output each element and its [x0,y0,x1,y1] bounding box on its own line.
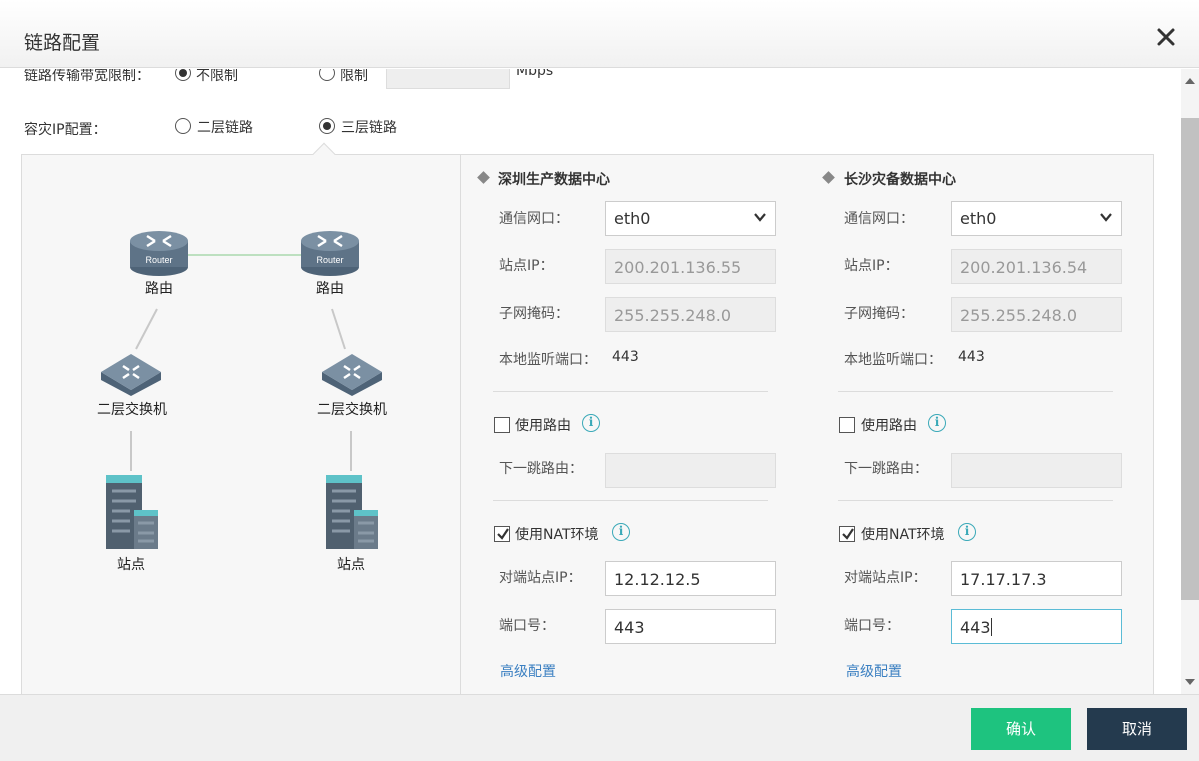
scroll-down-arrow-icon[interactable] [1185,679,1195,685]
site-ip-field[interactable]: 200.201.136.55 [605,249,776,284]
link-config-dialog: 链路配置 链路传输带宽限制： 不限制 限制 Mbps 容灾IP配置： 二层链路 … [0,0,1199,761]
iface-label: 通信网口： [844,211,914,227]
iface-select[interactable]: eth0 [951,201,1122,236]
use-route-checkbox[interactable] [839,417,855,433]
divider [493,391,768,392]
router-icon: Router [301,231,359,276]
chevron-down-icon [1100,213,1112,222]
use-route-label: 使用路由 [515,418,571,434]
use-nat-checkbox[interactable] [494,526,510,542]
peer-ip-input[interactable]: 12.12.12.5 [605,561,776,596]
switch-icon [322,354,382,396]
dialog-header: 链路配置 [0,0,1199,68]
diamond-icon [477,171,490,184]
radio-unlimited[interactable] [175,69,191,81]
info-icon[interactable]: i [958,523,976,541]
next-hop-field[interactable] [951,453,1122,488]
subnet-mask-field[interactable]: 255.255.248.0 [605,297,776,332]
topology-links [130,254,352,471]
left-router-label: 路由 [145,281,173,297]
radio-limit[interactable] [319,69,335,81]
dr-ip-label: 容灾IP配置： [24,122,107,138]
right-switch-label: 二层交换机 [317,402,387,418]
next-hop-field[interactable] [605,453,776,488]
use-nat-label: 使用NAT环境 [515,527,599,543]
checkmark-icon [497,528,509,540]
subnet-mask-label: 子网掩码： [499,306,569,322]
checkmark-icon [842,528,854,540]
use-route-label: 使用路由 [861,418,917,434]
iface-select-value: eth0 [960,209,997,228]
router-badge: Router [316,255,343,265]
use-nat-label: 使用NAT环境 [861,527,945,543]
peer-ip-label: 对端站点IP： [844,570,927,586]
site-title: 长沙灾备数据中心 [844,172,956,188]
bandwidth-input[interactable] [386,69,510,89]
radio-unlimited-label: 不限制 [196,69,238,84]
right-site-label: 站点 [337,557,365,573]
server-building-icon [326,475,378,549]
radio-layer2[interactable] [175,118,191,134]
subnet-mask-field[interactable]: 255.255.248.0 [951,297,1122,332]
listen-port-label: 本地监听端口： [844,352,942,368]
router-badge: Router [145,255,172,265]
peer-ip-label: 对端站点IP： [499,570,582,586]
site-ip-label: 站点IP： [499,258,554,274]
use-nat-checkbox[interactable] [839,526,855,542]
info-icon[interactable]: i [612,523,630,541]
scrollbar-thumb[interactable] [1181,118,1199,600]
radio-layer2-label: 二层链路 [197,120,253,136]
site-ip-field[interactable]: 200.201.136.54 [951,249,1122,284]
peer-port-input[interactable]: 443 [951,609,1122,644]
listen-port-value: 443 [958,349,985,365]
server-building-icon [106,475,158,549]
topology-diagram: Router 路由 Router 路由 二层交换机 二层交换机 站点 站点 [22,155,461,694]
radio-limit-label: 限制 [340,69,368,84]
scroll-up-arrow-icon[interactable] [1185,78,1195,84]
radio-layer3-label: 三层链路 [341,120,397,136]
next-hop-label: 下一跳路由： [844,461,928,477]
iface-select-value: eth0 [614,209,651,228]
listen-port-label: 本地监听端口： [499,352,597,368]
chevron-down-icon [754,213,766,222]
config-panel: Router 路由 Router 路由 二层交换机 二层交换机 站点 站点 深圳… [21,142,1154,694]
router-icon: Router [130,231,188,276]
peer-port-input[interactable]: 443 [605,609,776,644]
confirm-button[interactable]: 确认 [971,708,1071,750]
switch-icon [101,354,161,396]
subnet-mask-label: 子网掩码： [844,306,914,322]
site-title: 深圳生产数据中心 [498,172,610,188]
divider [493,500,768,501]
left-switch-label: 二层交换机 [97,402,167,418]
next-hop-label: 下一跳路由： [499,461,583,477]
dialog-title: 链路配置 [24,32,101,54]
listen-port-value: 443 [612,349,639,365]
peer-ip-input[interactable]: 17.17.17.3 [951,561,1122,596]
close-icon[interactable] [1155,26,1177,48]
site-ip-label: 站点IP： [844,258,899,274]
radio-layer3[interactable] [319,118,335,134]
bandwidth-label: 链路传输带宽限制： [24,69,150,84]
iface-select[interactable]: eth0 [605,201,776,236]
iface-label: 通信网口： [499,211,569,227]
right-router-label: 路由 [316,281,344,297]
left-site-label: 站点 [117,557,145,573]
divider [838,500,1113,501]
info-icon[interactable]: i [582,414,600,432]
dialog-footer: 确认 取消 [0,694,1199,761]
advanced-config-link[interactable]: 高级配置 [846,661,902,681]
peer-port-label: 端口号： [499,618,555,634]
bandwidth-unit: Mbps [516,69,554,79]
peer-port-label: 端口号： [844,618,900,634]
diamond-icon [822,171,835,184]
cancel-button[interactable]: 取消 [1087,708,1187,750]
use-route-checkbox[interactable] [494,417,510,433]
info-icon[interactable]: i [928,414,946,432]
advanced-config-link[interactable]: 高级配置 [500,661,556,681]
divider [838,391,1113,392]
dialog-body: 链路传输带宽限制： 不限制 限制 Mbps 容灾IP配置： 二层链路 三层链路 [0,69,1180,694]
